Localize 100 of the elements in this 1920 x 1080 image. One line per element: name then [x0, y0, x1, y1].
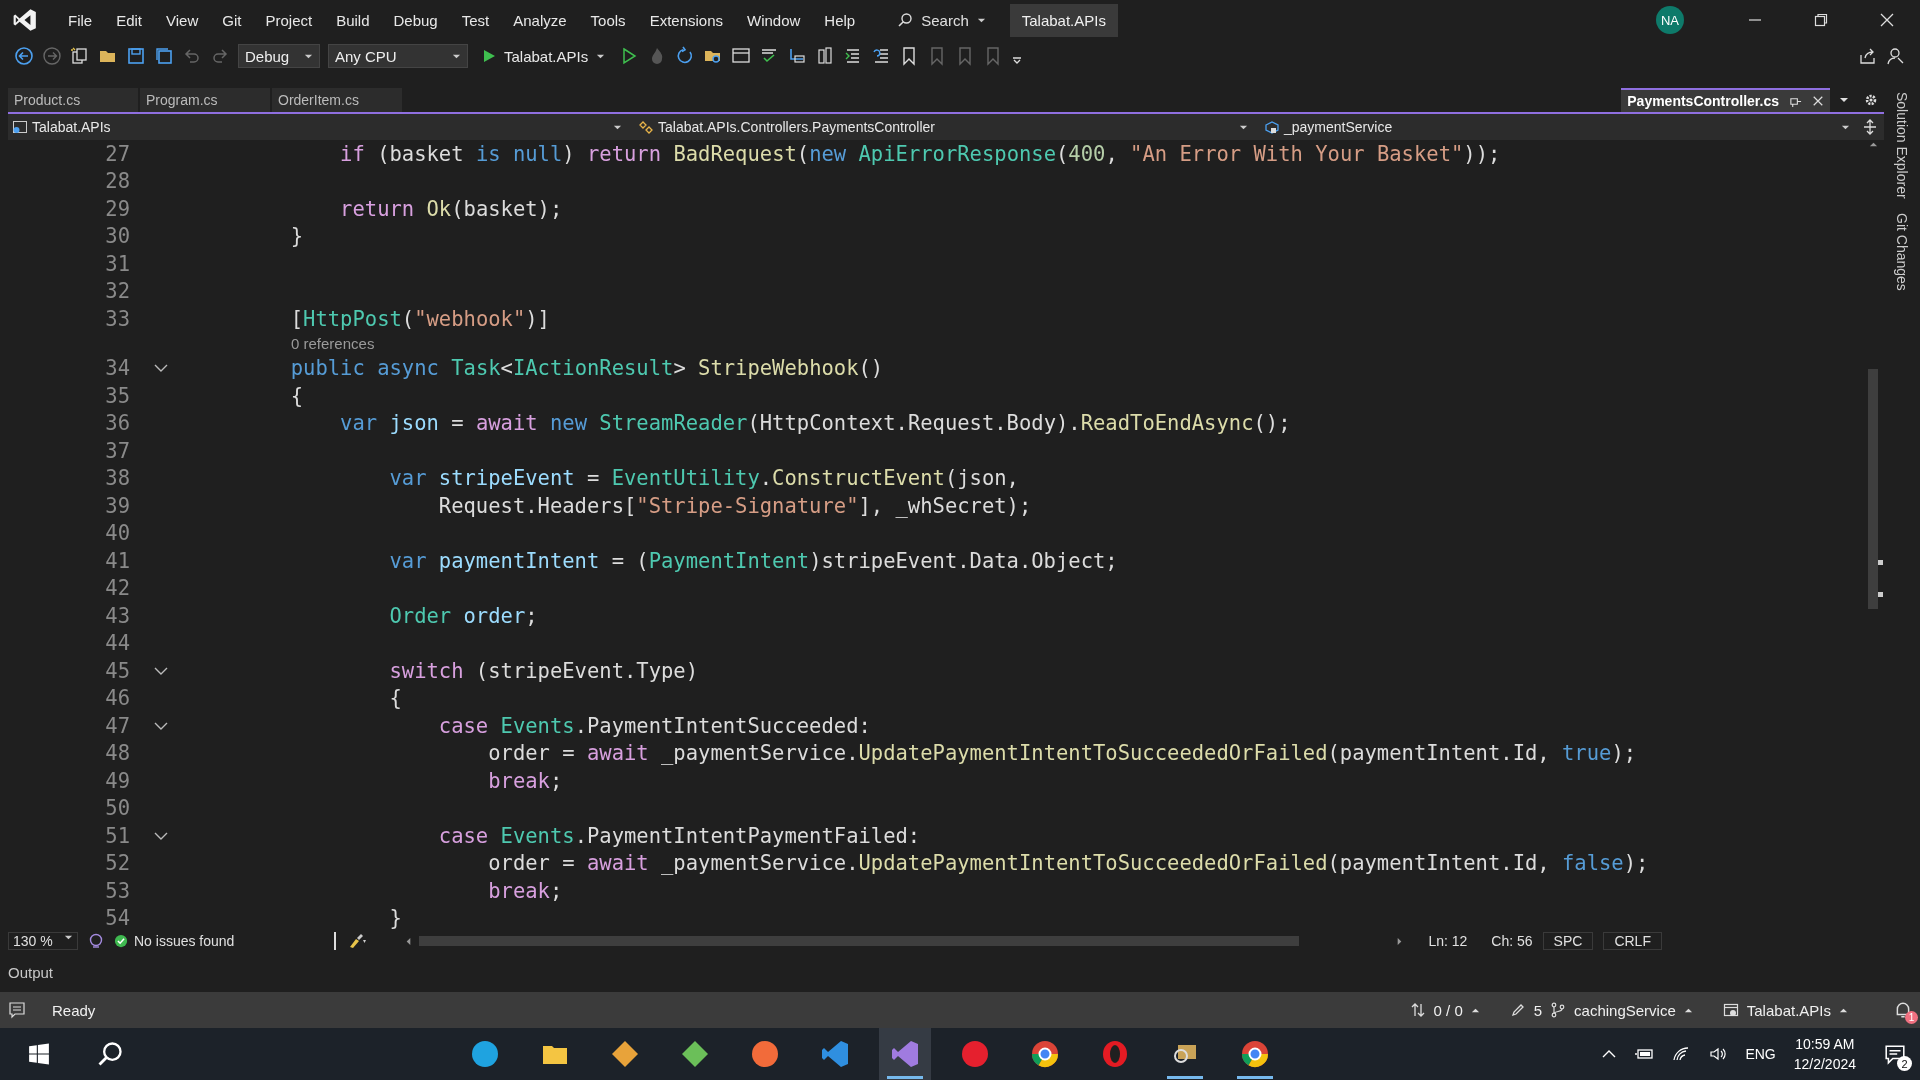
speaker-icon[interactable]: [1709, 1046, 1728, 1062]
menu-item[interactable]: Window: [735, 11, 813, 29]
solution-name: Talabat.APIs: [1009, 3, 1118, 37]
code-line: var stripeEvent = EventUtility.ConstructEvent(json,: [388, 466, 1019, 491]
collapse-icon[interactable]: [154, 830, 168, 841]
menu-item[interactable]: Extensions: [637, 11, 735, 29]
step-icon[interactable]: [787, 46, 808, 66]
notification-badge: 1: [1905, 1011, 1918, 1024]
line-endings-indicator[interactable]: CRLF: [1603, 932, 1662, 950]
file-tab[interactable]: Product.cs: [8, 88, 138, 112]
code-line: Order order;: [388, 603, 538, 628]
branch-name[interactable]: cachingService: [1574, 1001, 1676, 1019]
code-line: break;: [487, 878, 563, 903]
clock[interactable]: 10:59 AM 12/2/2024: [1793, 1034, 1856, 1074]
issues-status[interactable]: No issues found: [134, 933, 235, 949]
start-button[interactable]: Talabat.APIs: [476, 46, 612, 66]
line-number: 38: [104, 466, 130, 491]
references-link[interactable]: 0 references: [291, 335, 375, 352]
line-number: 27: [104, 141, 130, 166]
line-number: 47: [104, 713, 130, 738]
app-icon: [1239, 1039, 1270, 1069]
output-icon[interactable]: [8, 1001, 26, 1019]
language-indicator[interactable]: ENG: [1745, 1046, 1776, 1062]
file-tab[interactable]: Program.cs: [140, 88, 270, 112]
undo-icon[interactable]: [182, 46, 202, 66]
bell-icon[interactable]: [1894, 1001, 1912, 1019]
code-line: case Events.PaymentIntentSucceeded:: [437, 713, 871, 738]
taskbar-button[interactable]: [878, 1028, 931, 1080]
pencil-icon[interactable]: [1509, 1002, 1526, 1018]
app-icon: [749, 1039, 780, 1069]
branch-icon[interactable]: [1550, 1002, 1567, 1018]
logo-icon: [12, 7, 38, 33]
collapse-icon[interactable]: [154, 720, 168, 731]
play-icon: [482, 49, 496, 63]
save-icon[interactable]: [126, 46, 146, 66]
collapse-icon[interactable]: [154, 665, 168, 676]
new-project-icon[interactable]: [70, 46, 90, 66]
line-number: 42: [104, 576, 130, 601]
line-number: 37: [104, 438, 130, 463]
line-number: 30: [104, 224, 130, 249]
zoom-dropdown[interactable]: 130 %: [8, 932, 78, 950]
file-tab[interactable]: OrderItem.cs: [272, 88, 402, 112]
collapse-icon[interactable]: [154, 363, 168, 374]
platform-dropdown[interactable]: Any CPU: [328, 44, 468, 68]
code-line: case Events.PaymentIntentPaymentFailed:: [437, 823, 921, 848]
save-all-icon[interactable]: [154, 46, 174, 66]
code-line: order = await _paymentService.UpdatePaymentIntentToSucceededOrFailed(paymentIntent.Id, false);: [487, 851, 1649, 876]
field-icon: [1264, 119, 1280, 135]
column-indicator: Ch: 56: [1491, 933, 1533, 949]
line-number: 36: [104, 411, 130, 436]
avatar[interactable]: NA: [1656, 6, 1684, 34]
sync-status[interactable]: 0 / 0: [1433, 1001, 1463, 1019]
line-number: 50: [104, 796, 130, 821]
project-icon: [12, 119, 28, 135]
menu-item[interactable]: Tools: [578, 11, 638, 29]
whitespace-indicator[interactable]: SPC: [1542, 932, 1594, 950]
line-number: 39: [104, 493, 130, 518]
configuration-dropdown[interactable]: Debug: [238, 44, 320, 68]
code-line: var paymentIntent = (PaymentIntent)stripeEvent.Data.Object;: [388, 548, 1118, 573]
menu-item[interactable]: View: [154, 11, 211, 29]
line-number: 43: [104, 603, 130, 628]
menu-item[interactable]: Test: [449, 11, 502, 29]
back-icon[interactable]: [14, 46, 34, 66]
search-icon[interactable]: [96, 1040, 124, 1068]
battery-icon[interactable]: [1635, 1046, 1656, 1062]
output-tab[interactable]: Output: [8, 963, 54, 981]
settings-icon[interactable]: [1864, 93, 1878, 107]
brain-icon[interactable]: [88, 933, 104, 949]
start-icon[interactable]: [28, 1043, 50, 1065]
menu-item[interactable]: File: [56, 11, 105, 29]
menu-item[interactable]: Project: [253, 11, 325, 29]
search-icon: [897, 12, 914, 28]
sync-icon[interactable]: [1409, 1002, 1426, 1018]
restore-icon[interactable]: [1814, 13, 1828, 27]
side-tab[interactable]: Git Changes: [1894, 212, 1910, 291]
file-tab[interactable]: PaymentsController.cs: [1621, 88, 1830, 112]
forward-icon[interactable]: [42, 46, 62, 66]
menu-item[interactable]: Analyze: [501, 11, 579, 29]
menu-item[interactable]: Git: [210, 11, 254, 29]
search-button[interactable]: Search: [887, 11, 996, 29]
scroll-thumb[interactable]: [1868, 369, 1878, 609]
code-line: switch (stripeEvent.Type): [388, 658, 699, 683]
repository-name[interactable]: Talabat.APIs: [1746, 1001, 1831, 1019]
line-number: 53: [104, 878, 130, 903]
changes-count[interactable]: 5: [1533, 1001, 1543, 1019]
code-line: {: [388, 686, 402, 711]
split-icon[interactable]: [1862, 119, 1878, 135]
app-icon: [959, 1039, 990, 1069]
menu-item[interactable]: Edit: [104, 11, 155, 29]
close-icon[interactable]: [1812, 95, 1824, 107]
status-text: Ready: [52, 1001, 96, 1019]
close-icon[interactable]: [1880, 13, 1894, 27]
repository-icon[interactable]: [1722, 1002, 1739, 1018]
side-tab[interactable]: Solution Explorer: [1894, 92, 1910, 199]
menu-item[interactable]: Debug: [381, 11, 450, 29]
window-layout-icon[interactable]: [731, 46, 752, 66]
menu-item[interactable]: Build: [324, 11, 382, 29]
share-icon[interactable]: [1858, 46, 1878, 66]
redo-icon[interactable]: [210, 46, 230, 66]
menu-item[interactable]: Help: [812, 11, 868, 29]
